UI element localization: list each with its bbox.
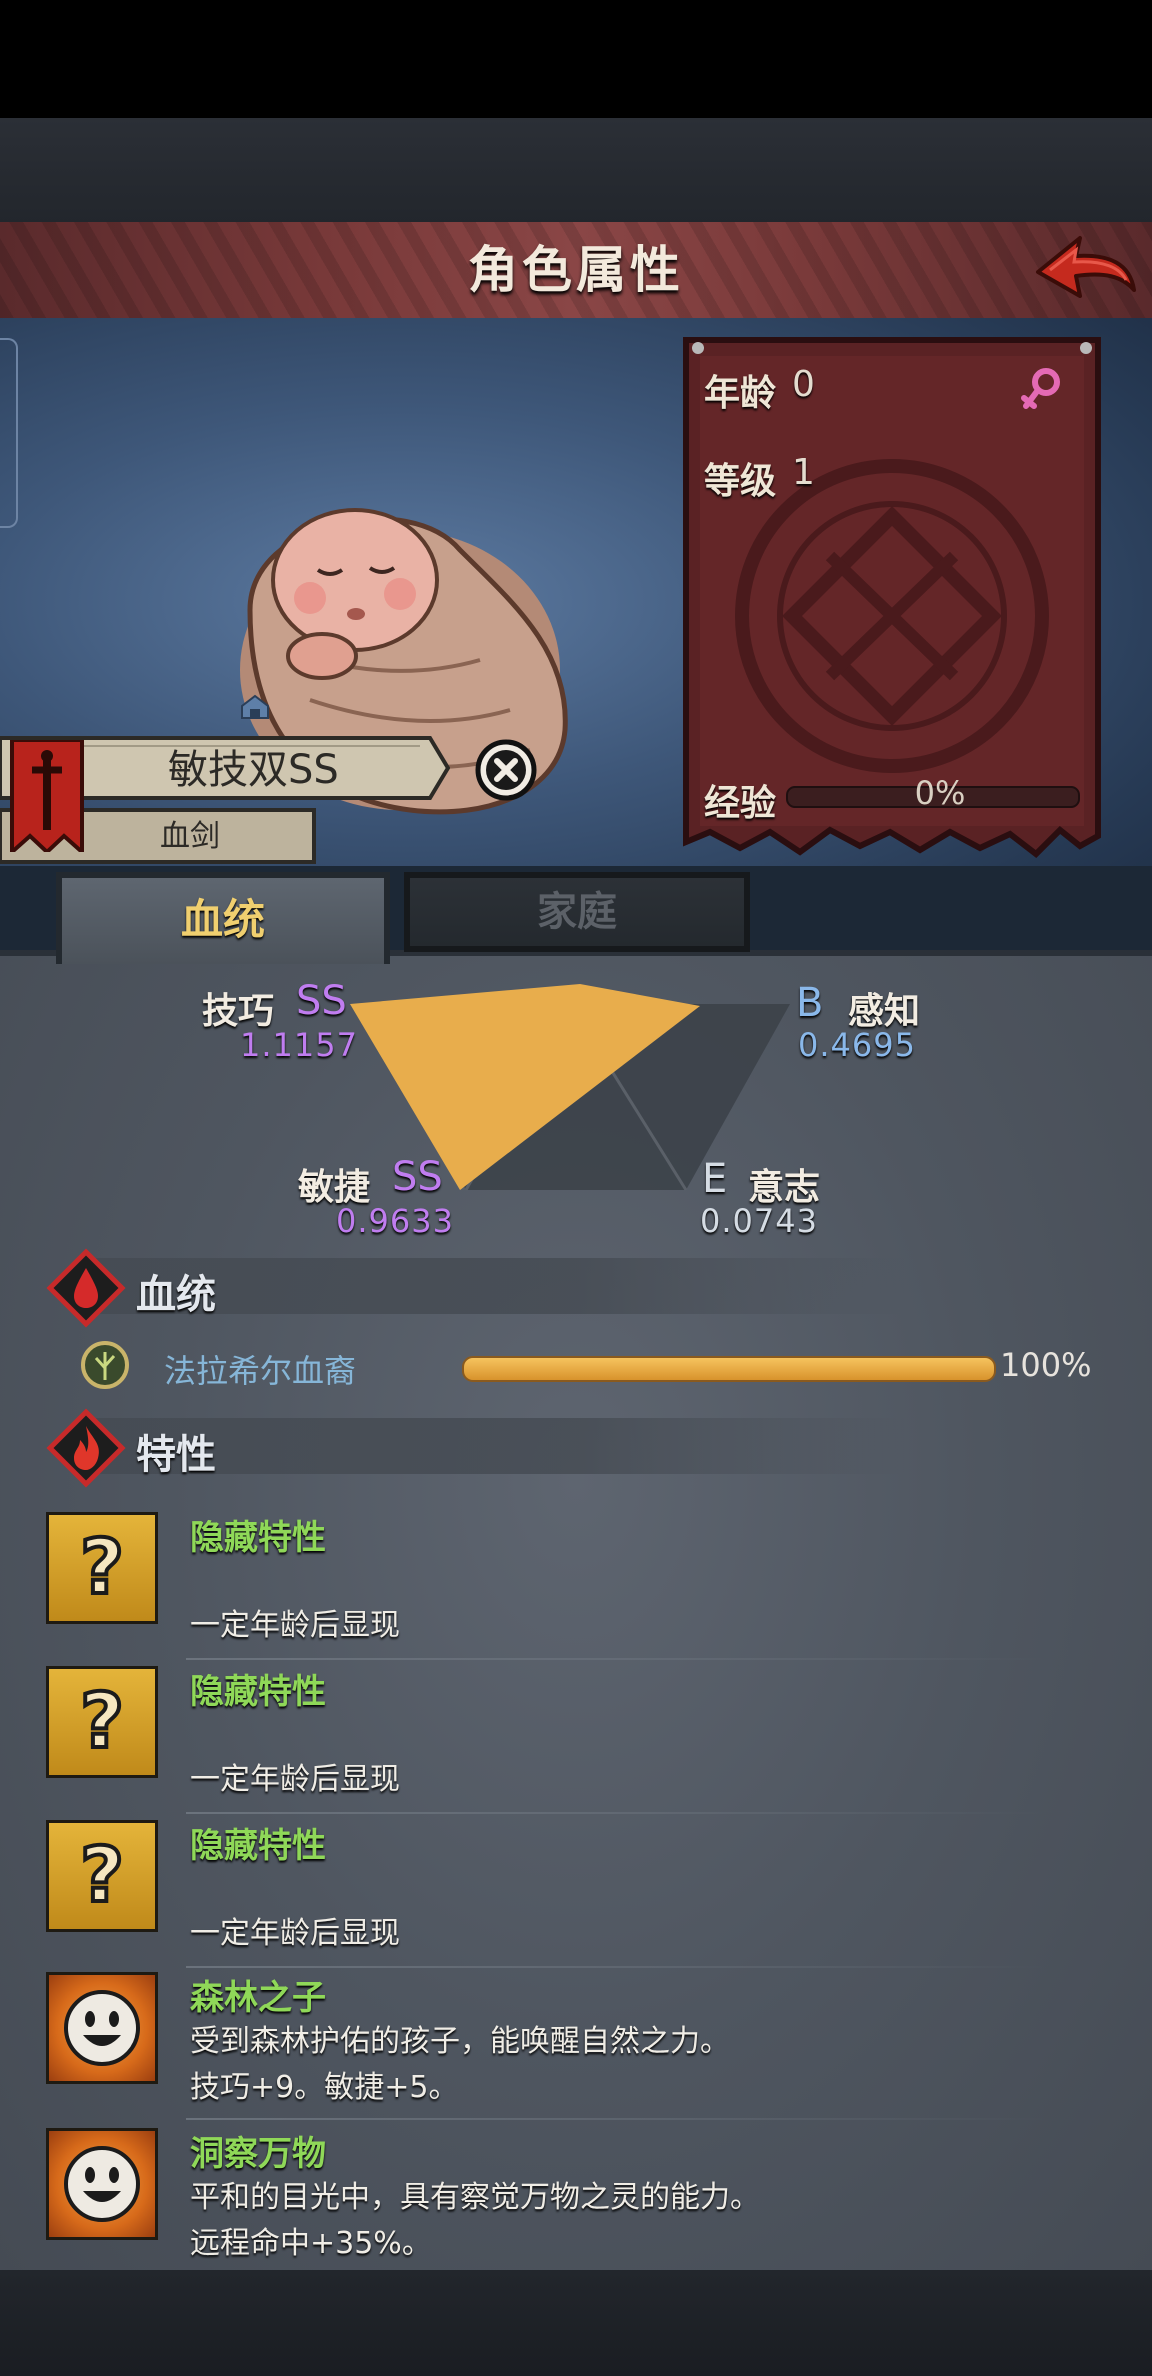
stat-agility-grade: SS <box>392 1154 443 1200</box>
tab-bloodline[interactable]: 血统 <box>56 872 390 964</box>
exp-label: 经验 <box>704 783 777 824</box>
class-name: 血剑 <box>160 819 220 854</box>
stat-will-value: 0.0743 <box>700 1202 818 1240</box>
traits-section-title: 特性 <box>136 1432 216 1478</box>
trait-desc-line2: 一定年龄后显现 <box>190 1608 400 1643</box>
tab-family[interactable]: 家庭 <box>404 872 750 952</box>
back-button[interactable] <box>1030 228 1140 308</box>
svg-text:?: ? <box>80 1830 124 1919</box>
age-value: 0 <box>792 364 815 405</box>
side-frame <box>0 338 18 528</box>
blood-drop-icon <box>46 1248 126 1328</box>
stat-dexterity-value: 1.1157 <box>240 1026 358 1064</box>
trait-row[interactable]: 洞察万物 平和的目光中，具有察觉万物之灵的能力。 远程命中+35%。 <box>46 2126 1086 2276</box>
stat-agility-value: 0.9633 <box>336 1202 454 1240</box>
trait-desc-line2: 远程命中+35%。 <box>190 2226 432 2261</box>
trait-desc-line1 <box>190 1866 1050 1906</box>
trait-desc-line1: 受到森林护佑的孩子，能唤醒自然之力。 <box>190 2024 730 2059</box>
trait-desc-line2: 一定年龄后显现 <box>190 1762 400 1797</box>
bloodline-progress-bar <box>462 1356 996 1382</box>
page-title: 角色属性 <box>468 241 684 299</box>
trait-row[interactable]: ? 隐藏特性 一定年龄后显现 <box>46 1818 1086 1968</box>
smiley-face-icon <box>46 1972 158 2084</box>
bloodline-percent: 100% <box>1000 1346 1092 1384</box>
close-circle-icon <box>475 739 537 801</box>
svg-text:?: ? <box>80 1522 124 1611</box>
smiley-face-icon <box>46 2128 158 2240</box>
hero-name: 敏技双SS <box>168 747 339 793</box>
dismiss-button[interactable] <box>474 738 538 802</box>
question-icon: ? <box>46 1666 158 1778</box>
trait-name: 森林之子 <box>190 1978 326 2018</box>
bottom-strip <box>0 2270 1152 2376</box>
exp-percent: 0% <box>914 774 966 812</box>
svg-text:?: ? <box>80 1676 124 1765</box>
traits-section-header: 特性 <box>46 1408 906 1488</box>
trait-desc-line2: 一定年龄后显现 <box>190 1916 400 1951</box>
age-label: 年龄 <box>704 373 777 414</box>
trait-name: 隐藏特性 <box>190 1826 326 1866</box>
status-bar-area <box>0 0 1152 118</box>
trait-name: 隐藏特性 <box>190 1518 326 1558</box>
tree-emblem-icon <box>81 1341 129 1389</box>
trait-desc-line1 <box>190 1558 1050 1598</box>
stat-perception-value: 0.4695 <box>798 1026 916 1064</box>
back-arrow-icon <box>1036 236 1136 298</box>
bloodline-section-title: 血统 <box>136 1272 216 1318</box>
stat-will-grade: E <box>702 1156 728 1202</box>
question-icon: ? <box>46 1512 158 1624</box>
trait-row[interactable]: ? 隐藏特性 一定年龄后显现 <box>46 1664 1086 1814</box>
trait-desc-line2: 技巧+9。敏捷+5。 <box>190 2070 459 2105</box>
top-strip <box>0 118 1152 226</box>
bloodline-section-header: 血统 <box>46 1248 906 1328</box>
trait-desc-line1: 平和的目光中，具有察觉万物之灵的能力。 <box>190 2180 760 2215</box>
level-value: 1 <box>792 452 815 493</box>
stat-perception-grade: B <box>796 980 824 1026</box>
female-icon <box>1021 368 1060 409</box>
stat-dexterity-grade: SS <box>296 978 347 1024</box>
trait-row[interactable]: ? 隐藏特性 一定年龄后显现 <box>46 1510 1086 1660</box>
trait-name: 洞察万物 <box>190 2134 326 2174</box>
question-icon: ? <box>46 1820 158 1932</box>
level-label: 等级 <box>704 461 777 502</box>
trait-desc-line1 <box>190 1712 1050 1752</box>
trait-row[interactable]: 森林之子 受到森林护佑的孩子，能唤醒自然之力。 技巧+9。敏捷+5。 <box>46 1970 1086 2120</box>
trait-name: 隐藏特性 <box>190 1672 326 1712</box>
class-flag-icon <box>10 740 84 852</box>
bloodline-name: 法拉希尔血裔 <box>164 1352 357 1390</box>
flame-icon <box>46 1408 126 1488</box>
home-badge-icon <box>241 694 269 719</box>
